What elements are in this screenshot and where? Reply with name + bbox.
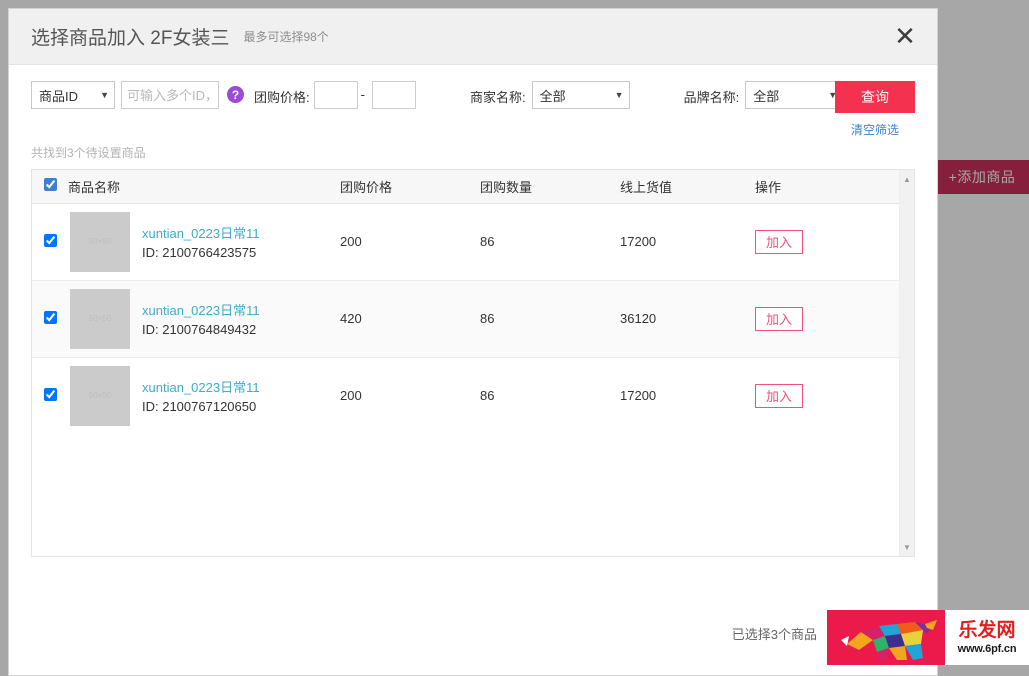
group-qty-cell: 86 — [480, 203, 620, 280]
group-qty-cell: 86 — [480, 357, 620, 434]
product-id-input[interactable] — [121, 81, 219, 109]
select-all-checkbox[interactable] — [44, 178, 57, 191]
dialog-header: 选择商品加入 2F女装三 最多可选择98个 ✕ — [9, 9, 937, 65]
online-value-cell: 36120 — [620, 280, 755, 357]
product-cell: 50×50 xuntian_0223日常11 ID: 2100767120650 — [68, 357, 340, 434]
row-select-cell — [32, 357, 68, 434]
select-all-cell — [32, 170, 68, 203]
group-price-cell: 200 — [340, 357, 480, 434]
column-header-group-qty: 团购数量 — [480, 170, 620, 203]
scroll-up-icon[interactable]: ▲ — [900, 172, 914, 186]
online-value-cell: 17200 — [620, 357, 755, 434]
group-price-cell: 200 — [340, 203, 480, 280]
query-actions: 查询 清空筛选 — [835, 81, 915, 138]
page-title: 选择商品加入 2F女装三 — [31, 23, 229, 50]
brand-label: 品牌名称: — [684, 87, 740, 106]
row-checkbox[interactable] — [44, 234, 57, 247]
column-header-action: 操作 — [755, 170, 899, 203]
row-checkbox[interactable] — [44, 388, 57, 401]
title-note: 最多可选择98个 — [243, 28, 328, 45]
product-id: ID: 2100766423575 — [142, 245, 256, 260]
price-range-separator: - — [361, 87, 365, 102]
column-header-name: 商品名称 — [68, 170, 340, 203]
column-header-group-price: 团购价格 — [340, 170, 480, 203]
table-row: 50×50 xuntian_0223日常11 ID: 2100767120650… — [32, 357, 899, 434]
scroll-down-icon[interactable]: ▼ — [900, 540, 914, 554]
close-icon[interactable]: ✕ — [889, 21, 921, 53]
online-value-cell: 17200 — [620, 203, 755, 280]
product-id: ID: 2100764849432 — [142, 322, 256, 337]
watermark-url: www.6pf.cn — [958, 643, 1017, 655]
group-price-label: 团购价格: — [254, 87, 310, 106]
column-header-online-value: 线上货值 — [620, 170, 755, 203]
join-button[interactable]: 加入 — [755, 384, 803, 408]
id-type-select[interactable]: 商品ID ▼ — [31, 81, 115, 109]
row-select-cell — [32, 280, 68, 357]
help-icon[interactable]: ? — [227, 86, 244, 103]
merchant-select[interactable]: 全部 ▼ — [532, 81, 630, 109]
table-scrollbar[interactable]: ▲ ▼ — [899, 170, 914, 556]
join-button[interactable]: 加入 — [755, 307, 803, 331]
join-button[interactable]: 加入 — [755, 230, 803, 254]
dialog-footer: 已选择3个商品 — [9, 557, 937, 675]
watermark-brand: 乐发网 — [958, 621, 1015, 640]
watermark: 乐发网 www.6pf.cn — [827, 608, 1029, 676]
product-thumbnail: 50×50 — [70, 289, 130, 349]
query-button[interactable]: 查询 — [835, 81, 915, 113]
clear-filters-link[interactable]: 清空筛选 — [851, 121, 899, 138]
group-price-max-input[interactable] — [372, 81, 416, 109]
watermark-text: 乐发网 www.6pf.cn — [945, 610, 1029, 665]
group-qty-cell: 86 — [480, 280, 620, 357]
action-cell: 加入 — [755, 357, 899, 434]
action-cell: 加入 — [755, 203, 899, 280]
product-thumbnail: 50×50 — [70, 212, 130, 272]
chevron-down-icon: ▼ — [615, 90, 624, 100]
table-row: 50×50 xuntian_0223日常11 ID: 2100764849432… — [32, 280, 899, 357]
merchant-value: 全部 — [540, 86, 566, 105]
merchant-label: 商家名称: — [470, 87, 526, 106]
product-cell: 50×50 xuntian_0223日常11 ID: 2100766423575 — [68, 203, 340, 280]
table-row: 50×50 xuntian_0223日常11 ID: 2100766423575… — [32, 203, 899, 280]
chevron-down-icon: ▼ — [100, 90, 109, 100]
product-name-link[interactable]: xuntian_0223日常11 — [142, 223, 260, 242]
brand-value: 全部 — [753, 86, 779, 105]
product-table-panel: 商品名称 团购价格 团购数量 线上货值 操作 50×5 — [31, 169, 915, 557]
row-checkbox[interactable] — [44, 311, 57, 324]
bull-logo-icon — [827, 610, 945, 665]
filter-bar: 商品ID ▼ ? 团购价格: - 商家名称: 全部 ▼ 品牌名称: 全部 ▼ 查… — [9, 65, 937, 143]
product-table: 商品名称 团购价格 团购数量 线上货值 操作 50×5 — [32, 170, 899, 434]
product-table-scroll-area: 商品名称 团购价格 团购数量 线上货值 操作 50×5 — [32, 170, 899, 556]
result-count: 共找到3个待设置商品 — [9, 143, 937, 169]
id-type-value: 商品ID — [39, 86, 78, 105]
table-header-row: 商品名称 团购价格 团购数量 线上货值 操作 — [32, 170, 899, 203]
group-price-cell: 420 — [340, 280, 480, 357]
product-name-link[interactable]: xuntian_0223日常11 — [142, 377, 260, 396]
product-thumbnail: 50×50 — [70, 366, 130, 426]
group-price-min-input[interactable] — [314, 81, 358, 109]
product-cell: 50×50 xuntian_0223日常11 ID: 2100764849432 — [68, 280, 340, 357]
product-name-link[interactable]: xuntian_0223日常11 — [142, 300, 260, 319]
selected-count-text: 已选择3个商品 — [732, 624, 817, 643]
action-cell: 加入 — [755, 280, 899, 357]
product-id: ID: 2100767120650 — [142, 399, 256, 414]
brand-select[interactable]: 全部 ▼ — [745, 81, 843, 109]
watermark-bull-icon — [827, 610, 945, 665]
row-select-cell — [32, 203, 68, 280]
select-products-dialog: 选择商品加入 2F女装三 最多可选择98个 ✕ 商品ID ▼ ? 团购价格: -… — [8, 8, 938, 676]
